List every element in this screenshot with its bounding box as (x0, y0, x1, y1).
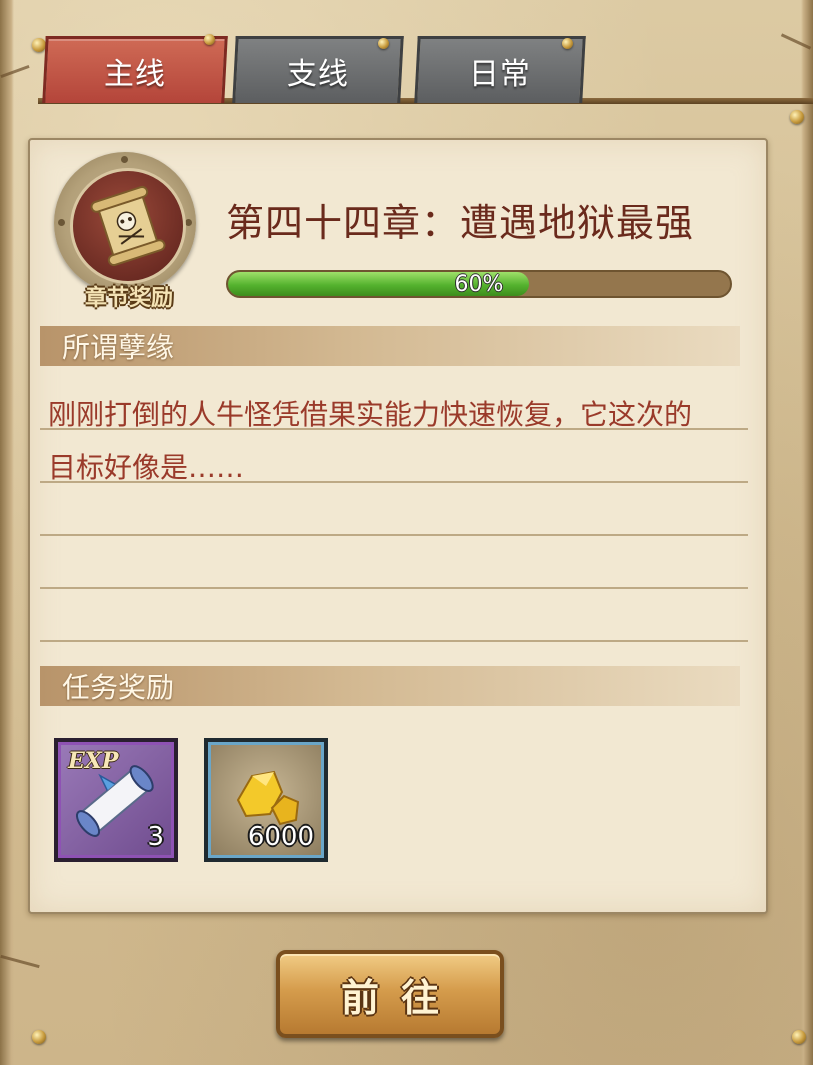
tab-rivet (378, 38, 389, 49)
ruled-line (40, 534, 748, 536)
chapter-reward-medal[interactable] (54, 152, 196, 294)
rewards-section-header: 任务奖励 (40, 666, 740, 706)
corner-rivet (32, 38, 46, 52)
corner-rivet (790, 110, 804, 124)
corner-rivet (32, 1030, 46, 1044)
ruled-line (40, 640, 748, 642)
reward-quantity: 3 (147, 822, 164, 852)
chapter-title: 第四十四章：遭遇地狱最强 (226, 201, 695, 245)
medal-face (70, 168, 186, 284)
corner-rivet (792, 1030, 806, 1044)
tab-side-label: 支线 (286, 57, 349, 92)
quest-section-header: 所谓孽缘 (40, 326, 740, 366)
left-torn-edge (0, 0, 14, 1065)
reward-item-exp-scroll[interactable]: EXP 3 (54, 738, 178, 862)
medal-stud (121, 156, 128, 163)
quest-description: 刚刚打倒的人牛怪凭借果实能力快速恢复，它这次的 目标好像是…… (48, 388, 748, 494)
medal-stud (185, 219, 192, 226)
tab-daily-label: 日常 (468, 57, 531, 92)
go-button[interactable]: 前往 (276, 950, 504, 1038)
tab-rivet (562, 38, 573, 49)
tab-main-quest[interactable]: 主线 (42, 36, 228, 103)
tab-daily-quest[interactable]: 日常 (414, 36, 586, 103)
go-button-label: 前往 (340, 974, 461, 1020)
quest-section-title: 所谓孽缘 (62, 331, 175, 364)
reward-item-gold-ore[interactable]: 6000 (204, 738, 328, 862)
exp-badge: EXP (68, 748, 119, 774)
ruled-line (40, 587, 748, 589)
chapter-progress-bar: 60% (226, 270, 732, 298)
tab-rivet (204, 34, 215, 45)
reward-quantity: 6000 (247, 822, 314, 852)
rewards-section-title: 任务奖励 (62, 671, 175, 704)
progress-text: 60% (454, 271, 504, 297)
right-torn-edge (801, 0, 813, 1065)
medal-stud (58, 219, 65, 226)
quest-description-line: 目标好像是…… (48, 451, 245, 484)
tab-main-label: 主线 (103, 57, 166, 92)
treasure-map-scroll-icon (90, 185, 166, 267)
chapter-reward-label: 章节奖励 (84, 285, 173, 311)
quest-description-line: 刚刚打倒的人牛怪凭借果实能力快速恢复，它这次的 (48, 398, 693, 431)
